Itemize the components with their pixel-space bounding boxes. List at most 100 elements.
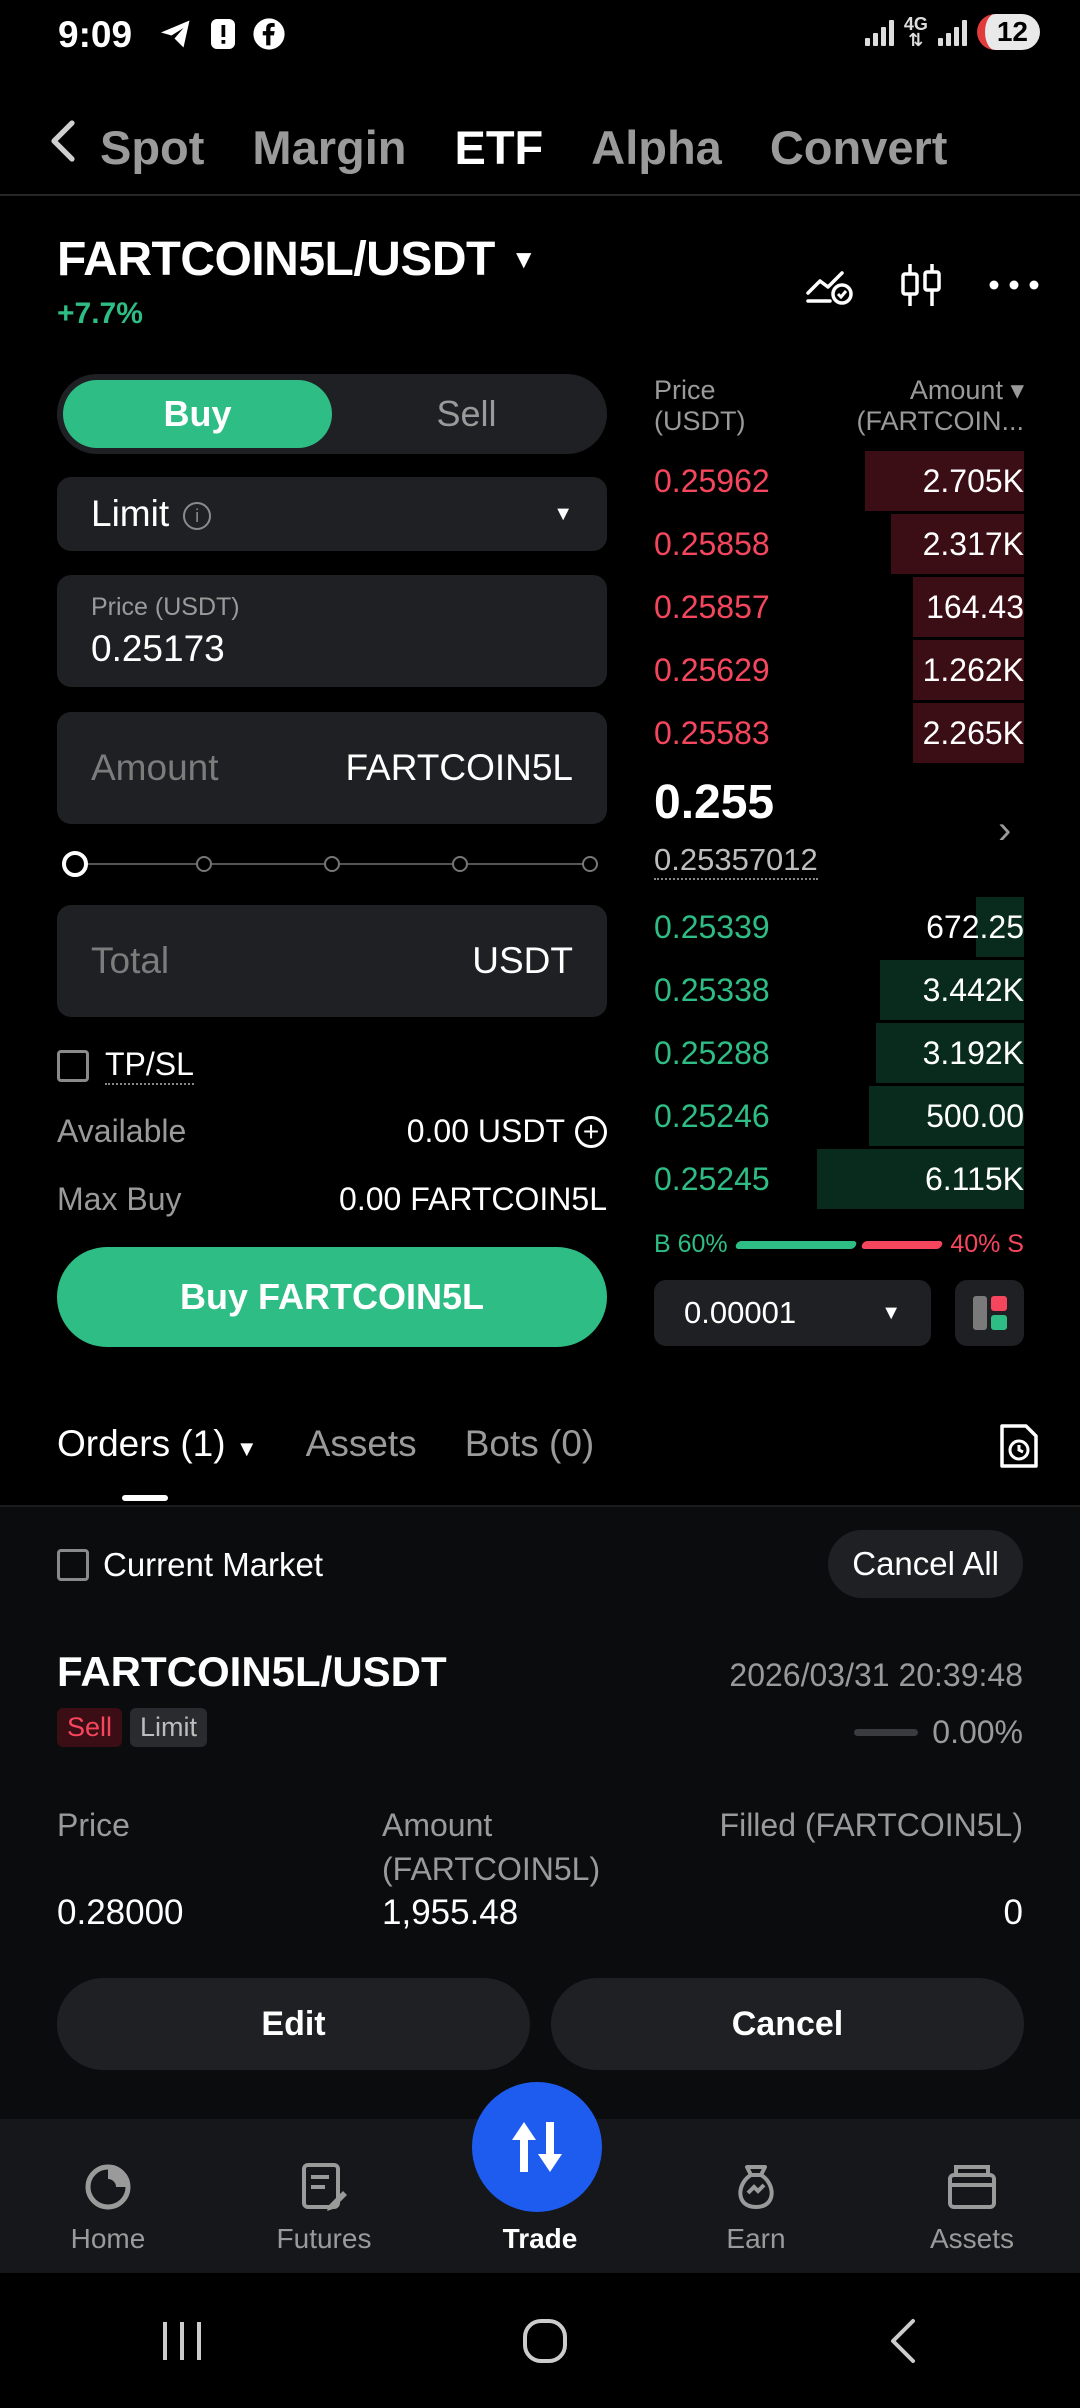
ask-amount: 1.262K <box>922 651 1024 688</box>
ask-row[interactable]: 0.25857 164.43 <box>654 577 1024 637</box>
precision-value: 0.00001 <box>684 1295 797 1330</box>
price-header: Price (USDT) <box>654 375 746 436</box>
tpsl-toggle[interactable]: TP/SL <box>57 1046 194 1085</box>
buy-ratio-label: B 60% <box>654 1230 728 1258</box>
ratio-bar <box>734 1240 944 1249</box>
add-funds-icon[interactable]: + <box>575 1115 607 1148</box>
ask-row[interactable]: 0.25629 1.262K <box>654 640 1024 700</box>
recent-apps-icon[interactable] <box>157 2318 207 2364</box>
nav-futures[interactable]: Futures <box>216 2119 432 2273</box>
earn-icon <box>738 2165 774 2210</box>
cancel-order-button[interactable]: Cancel <box>551 1978 1024 2070</box>
more-options-icon[interactable] <box>988 279 1040 291</box>
info-icon[interactable]: i <box>183 502 212 531</box>
tab-assets[interactable]: Assets <box>306 1423 417 1465</box>
cancel-all-button[interactable]: Cancel All <box>828 1530 1023 1598</box>
chevron-right-icon[interactable]: › <box>998 808 1011 853</box>
amount-slider[interactable] <box>62 851 602 877</box>
bid-price: 0.25339 <box>654 908 770 945</box>
amount-placeholder: Amount <box>91 747 219 788</box>
fill-progress-bar <box>854 1729 919 1736</box>
back-nav-icon[interactable] <box>883 2316 923 2366</box>
current-market-label: Current Market <box>103 1546 324 1583</box>
bid-price: 0.25246 <box>654 1097 770 1134</box>
nav-assets[interactable]: Assets <box>864 2119 1080 2273</box>
nav-earn[interactable]: Earn <box>648 2119 864 2273</box>
order-time: 2026/03/31 20:39:48 <box>729 1657 1023 1693</box>
sell-tab[interactable]: Sell <box>332 380 601 448</box>
price-input[interactable]: Price (USDT) 0.25173 <box>57 575 607 687</box>
total-input[interactable]: Total USDT <box>57 905 607 1017</box>
bid-amount: 672.25 <box>926 908 1024 945</box>
bid-row[interactable]: 0.25245 6.115K <box>654 1149 1024 1209</box>
pair-name: FARTCOIN5L/USDT <box>57 233 495 286</box>
order-filled-label: Filled (FARTCOIN5L) <box>719 1807 1023 1843</box>
slider-step-75[interactable] <box>452 856 468 872</box>
ratio-buy-fill <box>734 1240 858 1249</box>
telegram-icon <box>161 20 190 48</box>
ask-row[interactable]: 0.25858 2.317K <box>654 514 1024 574</box>
price-alert-icon[interactable] <box>804 263 854 307</box>
ask-row[interactable]: 0.25583 2.265K <box>654 703 1024 763</box>
total-unit: USDT <box>472 940 573 981</box>
back-button[interactable] <box>0 118 100 176</box>
current-market-checkbox[interactable] <box>57 1549 89 1581</box>
slider-step-50[interactable] <box>324 856 340 872</box>
max-buy-row: Max Buy 0.00 FARTCOIN5L <box>57 1181 607 1218</box>
tab-margin[interactable]: Margin <box>252 120 406 175</box>
buy-tab[interactable]: Buy <box>63 380 332 448</box>
ask-row[interactable]: 0.25962 2.705K <box>654 451 1024 511</box>
price-input-value: 0.25173 <box>91 628 225 669</box>
bid-row[interactable]: 0.25338 3.442K <box>654 960 1024 1020</box>
trade-fab-button[interactable] <box>472 2082 602 2212</box>
order-type-select[interactable]: Limit i ▼ <box>57 477 607 551</box>
order-price-label: Price <box>57 1807 130 1843</box>
bid-row[interactable]: 0.25246 500.00 <box>654 1086 1024 1146</box>
current-market-filter[interactable]: Current Market <box>57 1546 323 1584</box>
order-side-badge: Sell <box>57 1708 123 1747</box>
signal-icon <box>864 18 894 46</box>
order-price: 0.28000 <box>57 1893 184 1932</box>
bid-price: 0.25338 <box>654 971 770 1008</box>
order-type-value: Limit <box>91 493 170 534</box>
total-placeholder: Total <box>91 940 170 981</box>
ask-amount: 2.705K <box>922 462 1024 499</box>
tab-spot[interactable]: Spot <box>100 120 204 175</box>
amount-header[interactable]: Amount ▾ (FARTCOIN... <box>856 375 1024 437</box>
orderbook-header: Price (USDT) Amount ▾ (FARTCOIN... <box>654 375 1024 437</box>
slider-handle[interactable] <box>62 851 88 877</box>
ask-price: 0.25858 <box>654 525 770 562</box>
tab-etf[interactable]: ETF <box>454 120 543 175</box>
orderbook-layout-button[interactable] <box>955 1280 1024 1346</box>
layout-icon <box>972 1296 1007 1330</box>
order-history-icon[interactable] <box>998 1422 1040 1475</box>
tab-convert[interactable]: Convert <box>770 120 948 175</box>
bid-row[interactable]: 0.25288 3.192K <box>654 1023 1024 1083</box>
precision-select[interactable]: 0.00001 ▼ <box>654 1280 931 1346</box>
pair-selector[interactable]: FARTCOIN5L/USDT ▼ <box>57 232 537 287</box>
tab-bots[interactable]: Bots (0) <box>465 1423 595 1465</box>
bid-row[interactable]: 0.25339 672.25 <box>654 897 1024 957</box>
amount-input[interactable]: Amount FARTCOIN5L <box>57 712 607 824</box>
buy-submit-button[interactable]: Buy FARTCOIN5L <box>57 1247 607 1347</box>
ask-amount: 164.43 <box>926 588 1024 625</box>
slider-step-100[interactable] <box>582 856 598 872</box>
caret-down-icon: ▼ <box>881 1301 901 1324</box>
caret-down-icon: ▼ <box>510 244 537 274</box>
assets-icon <box>948 2165 996 2209</box>
nav-home[interactable]: Home <box>0 2119 216 2273</box>
home-button-icon[interactable] <box>520 2316 570 2366</box>
available-label: Available <box>57 1113 187 1149</box>
slider-step-25[interactable] <box>196 856 212 872</box>
tpsl-checkbox[interactable] <box>57 1049 89 1082</box>
buy-sell-toggle: Buy Sell <box>57 374 607 454</box>
edit-order-button[interactable]: Edit <box>57 1978 530 2070</box>
bid-amount: 500.00 <box>926 1097 1024 1134</box>
pair-change: +7.7% <box>57 297 143 330</box>
tab-orders[interactable]: Orders (1) ▼ <box>57 1423 258 1465</box>
order-fill-progress: 0.00% <box>854 1714 1023 1751</box>
tab-alpha[interactable]: Alpha <box>591 120 722 175</box>
candlestick-chart-icon[interactable] <box>898 260 944 310</box>
order-pair[interactable]: FARTCOIN5L/USDT <box>57 1648 447 1696</box>
mark-price[interactable]: 0.25357012 <box>654 842 818 880</box>
